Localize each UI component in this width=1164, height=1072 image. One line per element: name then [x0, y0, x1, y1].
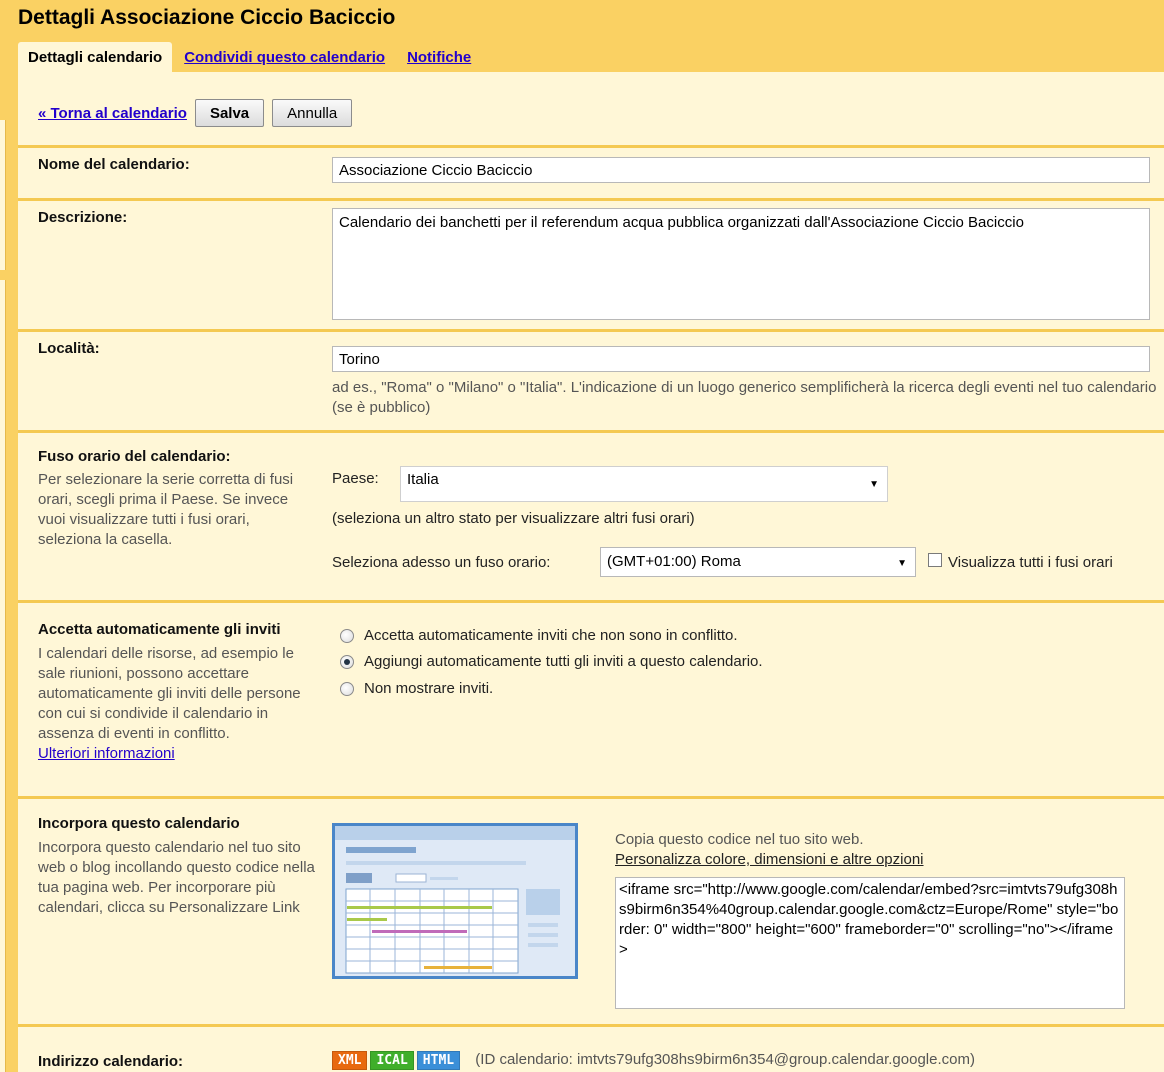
page-title: Dettagli Associazione Ciccio Baciccio	[18, 6, 396, 29]
timezone-description: Per selezionare la serie corretta di fus…	[38, 471, 294, 548]
tab-calendar-details[interactable]: Dettagli calendario	[18, 42, 173, 72]
calendar-name-section: Nome del calendario:	[18, 145, 1164, 202]
invites-description: I calendari delle risorse, ad esempio le…	[38, 644, 313, 764]
calendar-name-label: Nome del calendario:	[38, 156, 190, 173]
embed-label: Incorpora questo calendario	[38, 815, 240, 832]
chevron-down-icon: ▼	[897, 558, 907, 569]
tab-notifications[interactable]: Notifiche	[395, 42, 481, 72]
timezone-select-label: Seleziona adesso un fuso orario:	[332, 554, 551, 571]
radio-button[interactable]	[340, 681, 354, 696]
location-input[interactable]	[332, 346, 1150, 372]
ical-feed-badge[interactable]: ICAL	[370, 1051, 414, 1070]
save-button[interactable]: Salva	[194, 99, 265, 127]
embed-code-textarea[interactable]: <iframe src="http://www.google.com/calen…	[615, 877, 1125, 1009]
description-label: Descrizione:	[38, 209, 128, 226]
radio-button[interactable]	[340, 628, 354, 643]
show-all-timezones-checkbox[interactable]	[928, 553, 942, 567]
invite-option-label: Aggiungi automaticamente tutti gli invit…	[364, 653, 763, 670]
country-select-value: Italia	[407, 471, 439, 488]
invite-option-label: Non mostrare inviti.	[364, 680, 494, 697]
tab-notifications-link[interactable]: Notifiche	[407, 49, 471, 66]
calendar-address-links: XML ICAL HTML (ID calendario: imtvts79ufg3…	[332, 1051, 975, 1070]
invite-option-auto-accept[interactable]: Accetta automaticamente inviti che non s…	[340, 627, 738, 644]
invite-option-label: Accetta automaticamente inviti che non s…	[364, 627, 738, 644]
calendar-address-label: Indirizzo calendario:	[38, 1053, 184, 1070]
invites-description-text: I calendari delle risorse, ad esempio le…	[38, 645, 301, 742]
tab-share-calendar[interactable]: Condividi questo calendario	[172, 42, 395, 72]
cancel-button[interactable]: Annulla	[272, 99, 353, 127]
timezone-select[interactable]: (GMT+01:00) Roma ▼	[600, 547, 916, 577]
calendar-id-text: (ID calendario: imtvts79ufg308hs9birm6n3…	[475, 1051, 975, 1068]
customize-embed-link[interactable]: Personalizza colore, dimensioni e altre …	[615, 851, 924, 868]
show-all-timezones-label: Visualizza tutti i fusi orari	[948, 554, 1113, 571]
timezone-label: Fuso orario del calendario:	[38, 448, 231, 465]
country-select[interactable]: Italia ▼	[400, 466, 888, 502]
invites-section: Accetta automaticamente gli inviti I cal…	[18, 600, 1164, 800]
tab-bar: Dettagli calendario Condividi questo cal…	[18, 42, 481, 72]
invite-option-hide[interactable]: Non mostrare inviti.	[340, 680, 493, 697]
embed-section: Incorpora questo calendario Incorpora qu…	[18, 796, 1164, 1028]
html-feed-badge[interactable]: HTML	[416, 1051, 461, 1070]
more-info-link[interactable]: Ulteriori informazioni	[38, 745, 175, 762]
description-section: Descrizione: Calendario dei banchetti pe…	[18, 198, 1164, 332]
chevron-down-icon: ▼	[869, 479, 879, 490]
invite-option-add-all[interactable]: Aggiungi automaticamente tutti gli invit…	[340, 653, 763, 670]
radio-button-selected[interactable]	[340, 654, 354, 669]
country-hint: (seleziona un altro stato per visualizza…	[332, 510, 695, 527]
calendar-address-section: Indirizzo calendario: XML ICAL HTML (ID ca…	[18, 1024, 1164, 1072]
xml-feed-badge[interactable]: XML	[332, 1051, 368, 1070]
calendar-name-input[interactable]	[332, 157, 1150, 183]
timezone-section: Fuso orario del calendario: Per selezion…	[18, 430, 1164, 604]
description-textarea[interactable]: Calendario dei banchetti per il referend…	[332, 208, 1150, 320]
location-label: Località:	[38, 340, 100, 357]
country-label: Paese:	[332, 470, 379, 487]
invites-label: Accetta automaticamente gli inviti	[38, 621, 281, 638]
location-hint: ad es., "Roma" o "Milano" o "Italia". L'…	[332, 379, 1157, 416]
embed-preview-image	[332, 823, 578, 979]
left-panel-edge	[0, 120, 6, 270]
location-section: Località: ad es., "Roma" o "Milano" o "I…	[18, 329, 1164, 433]
embed-description: Incorpora questo calendario nel tuo sito…	[38, 839, 315, 916]
toolbar: « Torna al calendario Salva Annulla	[38, 99, 353, 127]
back-to-calendar-link[interactable]: « Torna al calendario	[38, 105, 187, 122]
tab-share-calendar-link[interactable]: Condividi questo calendario	[184, 49, 385, 66]
left-panel-edge-lower	[0, 280, 6, 1072]
timezone-select-value: (GMT+01:00) Roma	[607, 553, 741, 570]
details-panel: « Torna al calendario Salva Annulla Nome…	[18, 72, 1164, 1072]
copy-code-hint: Copia questo codice nel tuo sito web.	[615, 831, 864, 848]
